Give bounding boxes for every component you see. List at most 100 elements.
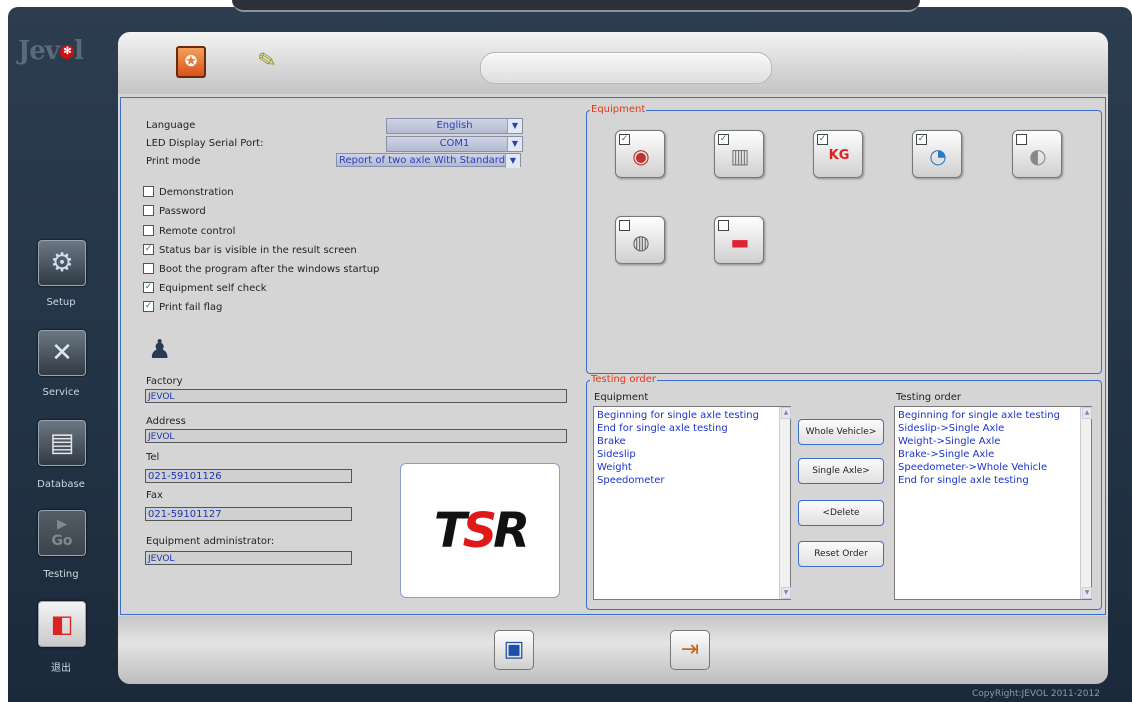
checked-box-icon[interactable]: ✓ [143,300,154,312]
settings-checkbox[interactable]: Remote control [143,224,236,239]
list-item[interactable]: Beginning for single axle testing [898,409,1088,422]
order-list-header: Testing order [896,392,961,403]
list-item[interactable]: End for single axle testing [898,474,1088,487]
delete-button[interactable]: <Delete [798,500,884,526]
list-item[interactable]: Weight->Single Axle [898,435,1088,448]
scroll-up-icon[interactable]: ▲ [781,407,791,419]
whole-vehicle-button[interactable]: Whole Vehicle> [798,419,884,445]
logo-tail: l [73,36,84,66]
single-axle-button[interactable]: Single Axle> [798,458,884,484]
logo-text: Jev [18,36,60,66]
checked-box-icon[interactable]: ✓ [143,243,154,255]
save-button[interactable]: ▣ [494,630,534,670]
testing-order-group-title: Testing order [590,374,657,385]
factory-label: Factory [146,376,183,387]
list-item[interactable]: Brake->Single Axle [898,448,1088,461]
go-text: Go [51,533,73,549]
list-item[interactable]: Beginning for single axle testing [597,409,787,422]
admin-label: Equipment administrator: [146,536,275,547]
unchecked-box-icon[interactable] [143,224,154,236]
equipment-toggle-trailer[interactable]: ▬ [714,216,764,264]
scrollbar[interactable]: ▲ ▼ [779,407,791,599]
equipment-list-header: Equipment [594,392,649,403]
equipment-toggle-speedometer[interactable]: ✓ ◔ [912,130,962,178]
address-field[interactable]: JEVOL [145,429,567,443]
equipment-list[interactable]: Beginning for single axle testing End for… [593,406,791,600]
serial-port-label: LED Display Serial Port: [146,138,264,149]
equipment-toggle-exhaust[interactable]: ◍ [615,216,665,264]
exit-door-icon: ⇥ [680,637,700,662]
unchecked-box-icon[interactable] [143,185,154,197]
unchecked-box-icon[interactable] [143,204,154,216]
exit-icon: ◧ [50,610,74,638]
app-logo: Jev ✻ l [18,36,84,66]
chevron-down-icon: ▼ [507,119,522,133]
checked-box-icon[interactable]: ✓ [143,281,154,293]
chevron-down-icon: ▼ [507,137,522,151]
settings-tab-icon[interactable]: ✪ [176,46,206,78]
scroll-up-icon[interactable]: ▲ [1082,407,1092,419]
equipment-toggle-brake-disc[interactable]: ✓ ◉ [615,130,665,178]
order-list[interactable]: Beginning for single axle testing Sidesli… [894,406,1092,600]
settings-checkbox-label: Boot the program after the windows start… [159,264,380,275]
settings-checkbox-label: Demonstration [159,187,234,198]
list-item[interactable]: Weight [597,461,787,474]
tel-label: Tel [146,452,160,463]
scroll-down-icon[interactable]: ▼ [1082,587,1092,599]
serial-port-value: COM1 [439,138,470,149]
speedometer-icon: ◔ [929,144,947,168]
nav-service-button[interactable]: ✕ [38,330,86,376]
company-logo-box[interactable]: TSR [400,463,560,598]
print-mode-value: Report of two axle With Standard [339,155,506,166]
nav-testing-button[interactable]: ▶ Go [38,510,86,556]
settings-checkbox[interactable]: Boot the program after the windows start… [143,262,380,277]
unchecked-box-icon[interactable] [143,262,154,274]
headlight-icon: ◐ [1029,144,1047,168]
settings-checkbox[interactable]: ✓ Print fail flag [143,300,223,315]
pencil-tab-icon[interactable]: ✎ [256,46,286,76]
settings-checkbox-label: Print fail flag [159,302,223,313]
nav-exit-button[interactable]: ◧ [38,601,86,647]
exit-door-button[interactable]: ⇥ [670,630,710,670]
nav-database-label: Database [37,479,85,490]
tsr-logo: TSR [433,503,530,559]
footer-bar [118,616,1108,684]
list-item[interactable]: Speedometer [597,474,787,487]
equipment-toggle-sideslip[interactable]: ✓ ▥ [714,130,764,178]
admin-field[interactable]: JEVOL [145,551,352,565]
nav-setup-button[interactable]: ⚙ [38,240,86,286]
settings-checkbox[interactable]: Demonstration [143,185,234,200]
list-item[interactable]: Sideslip->Single Axle [898,422,1088,435]
settings-checkbox-label: Remote control [159,226,236,237]
list-item[interactable]: Speedometer->Whole Vehicle [898,461,1088,474]
settings-checkbox-label: Status bar is visible in the result scre… [159,245,357,256]
brake-disc-icon: ◉ [632,144,650,168]
top-notch [232,0,920,12]
scrollbar[interactable]: ▲ ▼ [1080,407,1092,599]
list-item[interactable]: Brake [597,435,787,448]
settings-checkbox[interactable]: ✓ Status bar is visible in the result scr… [143,243,357,258]
equipment-toggle-headlight[interactable]: ◐ [1012,130,1062,178]
settings-checkbox-label: Password [159,206,206,217]
settings-checkbox[interactable]: Password [143,204,206,219]
copyright-text: CopyRight:JEVOL 2011-2012 [972,689,1100,699]
list-item[interactable]: End for single axle testing [597,422,787,435]
language-value: English [436,120,473,131]
factory-field[interactable]: JEVOL [145,389,567,403]
address-label: Address [146,416,186,427]
print-mode-select[interactable]: Report of two axle With Standard ▼ [336,153,521,168]
go-icon: ▶ Go [51,517,73,549]
chevron-down-icon: ▼ [505,154,520,168]
tel-field[interactable]: 021-59101126 [145,469,352,483]
list-item[interactable]: Sideslip [597,448,787,461]
reset-order-button[interactable]: Reset Order [798,541,884,567]
scroll-down-icon[interactable]: ▼ [781,587,791,599]
language-select[interactable]: English ▼ [386,118,523,134]
fax-field[interactable]: 021-59101127 [145,507,352,521]
settings-checkbox[interactable]: ✓ Equipment self check [143,281,267,296]
nav-database-button[interactable]: ▤ [38,420,86,466]
header-title-pill [480,52,772,84]
save-icon: ▣ [503,637,525,662]
equipment-toggle-weight[interactable]: ✓ KG [813,130,863,178]
serial-port-select[interactable]: COM1 ▼ [386,136,523,152]
